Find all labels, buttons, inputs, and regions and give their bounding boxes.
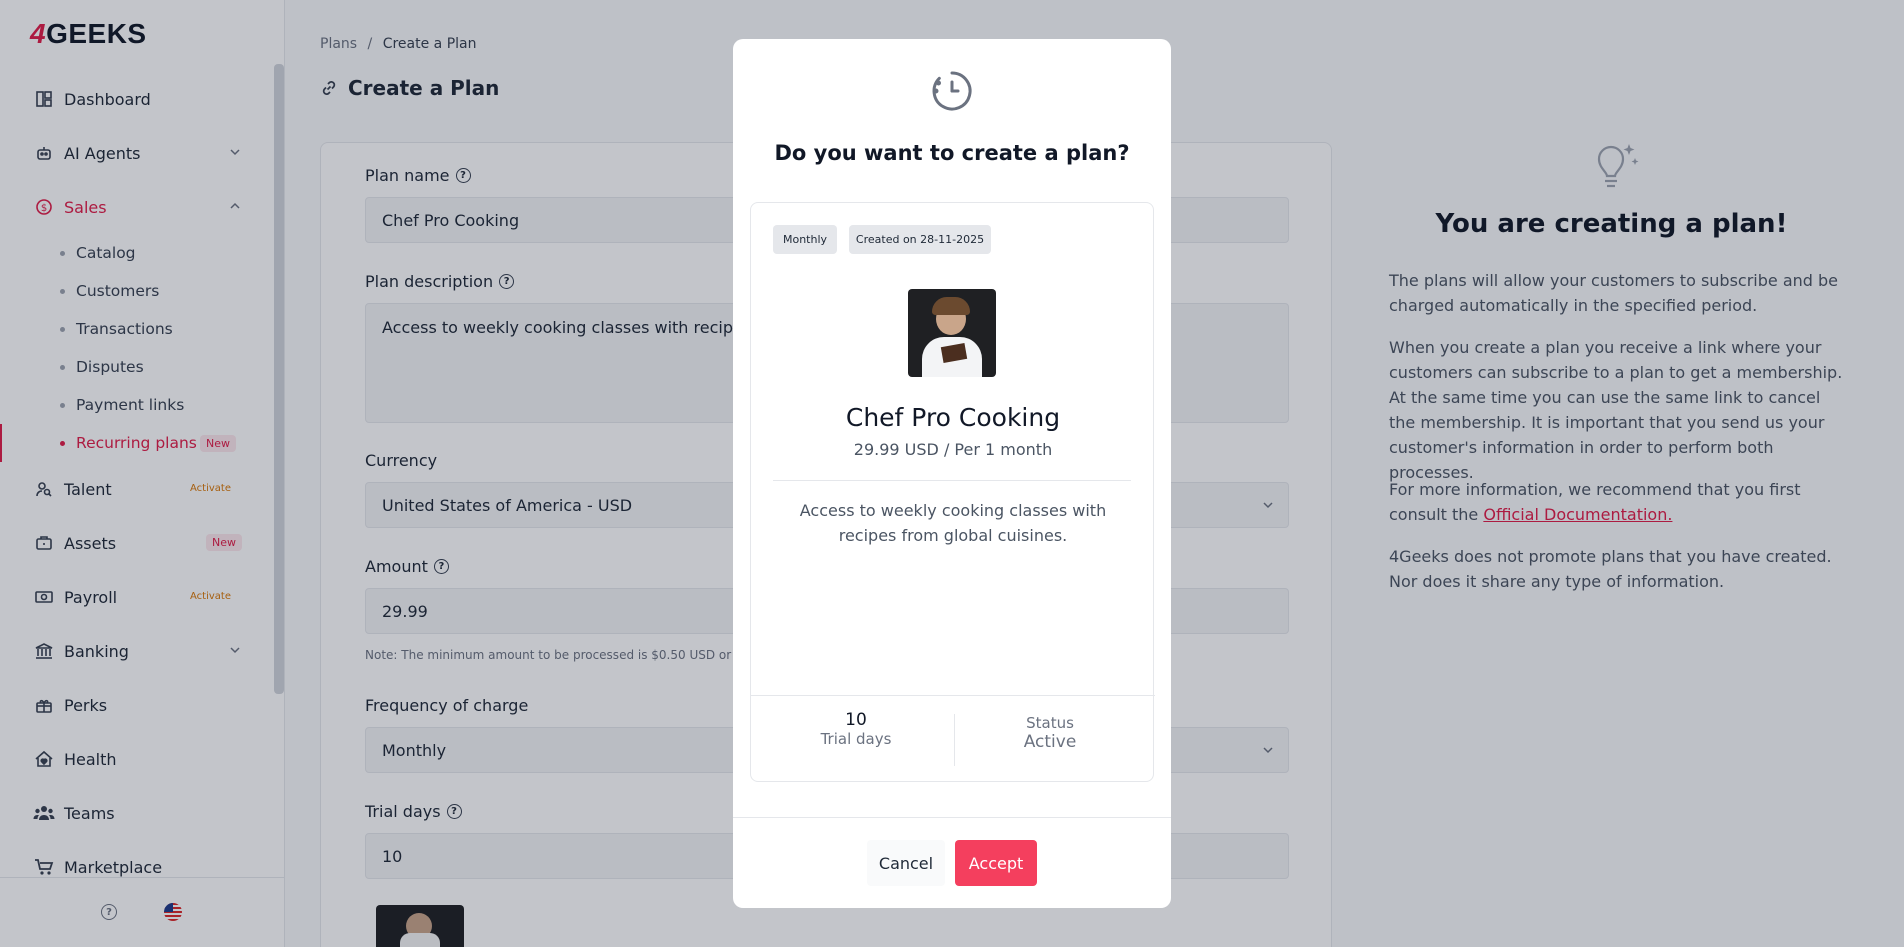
plan-image [908,289,996,377]
trial-days-value: 10 [845,710,867,730]
status-value: Active [1023,732,1077,752]
clock-icon [932,71,972,111]
cancel-button[interactable]: Cancel [867,840,945,886]
trial-days-label: Trial days [820,730,892,748]
plan-preview-card: Monthly Created on 28-11-2025 Chef Pro C… [750,202,1155,783]
plan-stats: 10 Trial days Status Active [751,695,1155,783]
modal-title: Do you want to create a plan? [774,141,1130,165]
plan-price: 29.99 USD / Per 1 month [853,440,1053,459]
modal-footer-divider [733,817,1171,818]
frequency-chip: Monthly [773,225,837,254]
status-label: Status [1026,714,1074,732]
confirm-plan-modal: Do you want to create a plan? Monthly Cr… [733,39,1171,908]
accept-button[interactable]: Accept [955,840,1037,886]
plan-name: Chef Pro Cooking [845,403,1061,432]
trial-days-stat: 10 Trial days [761,710,951,748]
plan-description: Access to weekly cooking classes with re… [799,501,1107,545]
status-stat: Status Active [955,714,1145,752]
created-date-chip: Created on 28-11-2025 [849,225,991,254]
card-divider [773,480,1131,481]
